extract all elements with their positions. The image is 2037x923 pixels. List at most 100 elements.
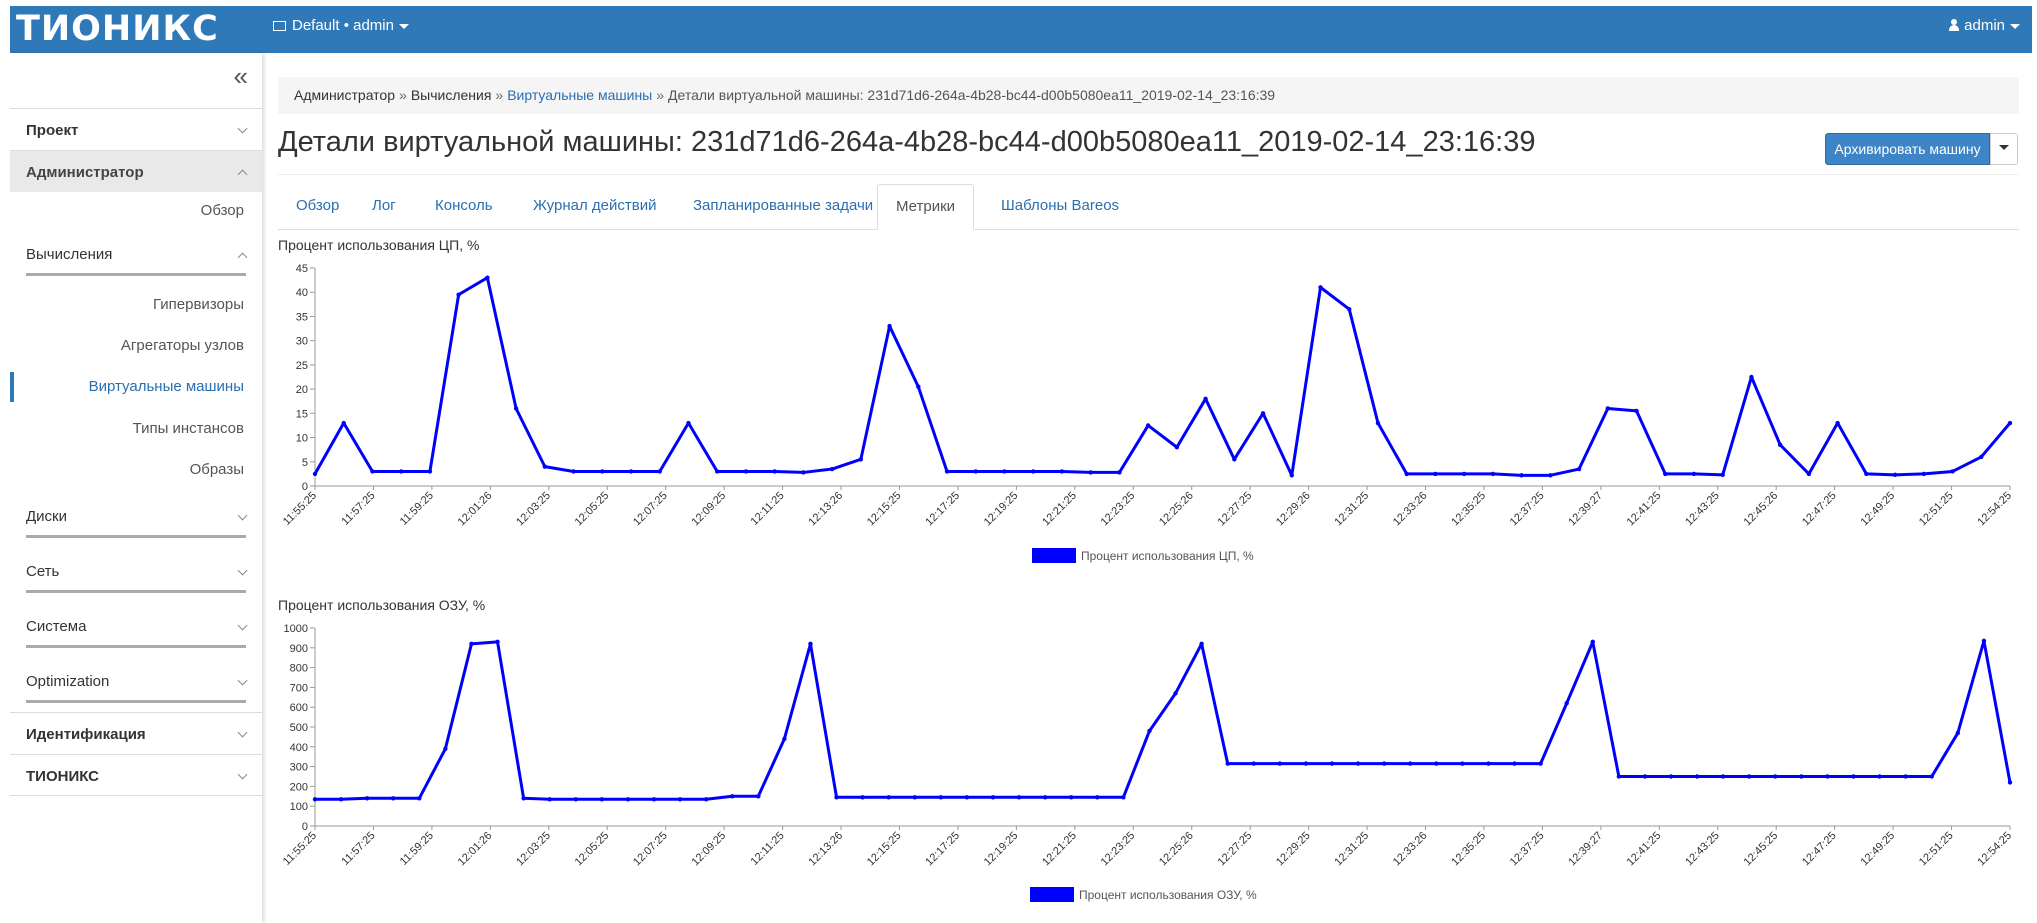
data-point: [886, 795, 891, 800]
sidebar-section-project[interactable]: Проект: [10, 108, 262, 150]
data-point: [1260, 411, 1266, 416]
data-point: [1668, 774, 1674, 779]
data-point: [312, 471, 318, 477]
data-point: [1225, 761, 1230, 766]
group-underline: [26, 535, 246, 538]
tab-console[interactable]: Консоль: [417, 184, 511, 230]
data-point: [1576, 466, 1582, 472]
x-tick-label: 12:27:25: [1216, 830, 1255, 869]
y-tick-label: 10: [296, 433, 308, 445]
sidebar-section-tionix[interactable]: ТИОНИКС: [10, 754, 262, 796]
x-tick-label: 11:59:25: [398, 490, 436, 528]
data-point: [1490, 471, 1496, 477]
y-tick-label: 900: [290, 643, 308, 655]
tab-overview[interactable]: Обзор: [278, 184, 357, 230]
chevron-down-icon: [237, 510, 248, 521]
series-line: [313, 276, 2012, 477]
data-point: [1433, 471, 1438, 477]
data-point: [1174, 445, 1180, 450]
data-point: [573, 797, 578, 802]
data-point: [1564, 701, 1569, 706]
sidebar-section-admin[interactable]: Администратор: [10, 150, 262, 192]
breadcrumb-separator-icon: »: [495, 87, 504, 103]
tab-log[interactable]: Лог: [354, 184, 414, 230]
user-menu[interactable]: admin: [1949, 17, 2020, 34]
x-tick-label: 12:35:25: [1449, 830, 1488, 869]
x-tick-label: 12:13:26: [806, 830, 845, 869]
project-selector[interactable]: Default • admin: [273, 17, 409, 34]
data-point: [1381, 761, 1387, 766]
sidebar-item-overview[interactable]: Обзор: [10, 196, 262, 226]
x-tick-label: 12:03:25: [514, 490, 553, 529]
sidebar-item-hypervisors[interactable]: Гипервизоры: [10, 290, 262, 320]
collapse-sidebar-icon[interactable]: «: [234, 63, 248, 89]
tab-bareos-templates[interactable]: Шаблоны Bareos: [983, 184, 1137, 230]
data-point: [485, 275, 490, 280]
sidebar-item-instances[interactable]: Виртуальные машины: [10, 372, 262, 402]
y-tick-label: 800: [290, 663, 308, 675]
data-point: [1590, 639, 1595, 645]
data-point: [1002, 469, 1007, 474]
x-tick-label: 11:55:25: [281, 490, 319, 528]
y-tick-label: 700: [290, 682, 308, 694]
chevron-down-icon: [237, 675, 248, 686]
sidebar-group-compute[interactable]: Вычисления: [10, 240, 262, 276]
data-point: [1173, 691, 1178, 696]
data-point: [1777, 442, 1783, 448]
x-tick-label: 12:09:25: [689, 830, 728, 869]
legend-swatch: [1032, 548, 1076, 563]
data-point: [542, 464, 548, 469]
app-window: ТИОНИКС Default • admin admin « Проект А…: [10, 6, 2032, 923]
brand-logo[interactable]: ТИОНИКС: [16, 9, 219, 49]
sidebar-item-flavors[interactable]: Типы инстансов: [10, 414, 262, 444]
data-point: [1616, 774, 1622, 779]
breadcrumb-separator-icon: »: [399, 87, 407, 103]
x-tick-label: 12:45:26: [1742, 490, 1781, 529]
breadcrumb-link-instances[interactable]: Виртуальные машины: [507, 87, 652, 103]
group-underline: [26, 273, 246, 276]
data-point: [1634, 408, 1639, 414]
data-point: [1720, 472, 1725, 478]
archive-instance-button[interactable]: Архивировать машину: [1825, 133, 1990, 165]
data-point: [599, 797, 605, 802]
series-line: [315, 639, 2012, 801]
sidebar-item-images[interactable]: Образы: [10, 455, 262, 485]
x-tick-label: 11:55:25: [281, 830, 319, 868]
data-point: [1232, 457, 1237, 462]
sidebar-group-system[interactable]: Система: [10, 612, 262, 648]
tab-metrics[interactable]: Метрики: [877, 184, 975, 230]
data-point: [1903, 774, 1908, 779]
data-point: [417, 796, 422, 801]
y-tick-label: 15: [296, 408, 308, 420]
data-point: [398, 469, 404, 474]
chevron-down-icon: [398, 23, 409, 29]
x-tick-label: 11:57:25: [339, 830, 377, 868]
data-point: [1825, 774, 1830, 779]
x-tick-label: 12:29:26: [1274, 490, 1313, 529]
data-point: [547, 797, 552, 802]
y-tick-label: 600: [290, 702, 308, 714]
data-point: [1720, 774, 1726, 779]
sidebar-group-volumes[interactable]: Диски: [10, 502, 262, 538]
x-tick-label: 12:07:25: [631, 830, 670, 869]
tab-scheduled-tasks[interactable]: Запланированные задачи: [675, 184, 891, 230]
x-tick-label: 12:29:25: [1274, 830, 1313, 869]
data-point: [1251, 761, 1256, 766]
chevron-up-icon: [237, 169, 248, 180]
data-point: [1277, 761, 1283, 766]
x-tick-label: 12:51:25: [1917, 490, 1956, 529]
tab-action-log[interactable]: Журнал действий: [515, 184, 674, 230]
x-tick-label: 12:01:26: [456, 490, 495, 529]
sidebar-group-network[interactable]: Сеть: [10, 557, 262, 593]
data-point: [1538, 761, 1543, 766]
group-underline: [26, 590, 246, 593]
sidebar-section-identity[interactable]: Идентификация: [10, 712, 262, 754]
x-tick-label: 12:54:25: [1975, 490, 2014, 529]
data-point: [782, 736, 787, 742]
actions-dropdown-toggle[interactable]: [1990, 133, 2018, 165]
data-point: [1461, 471, 1467, 477]
data-point: [1864, 471, 1869, 477]
data-point: [1042, 795, 1048, 800]
sidebar-item-aggregates[interactable]: Агрегаторы узлов: [10, 331, 262, 361]
sidebar-group-optimization[interactable]: Optimization: [10, 667, 262, 703]
